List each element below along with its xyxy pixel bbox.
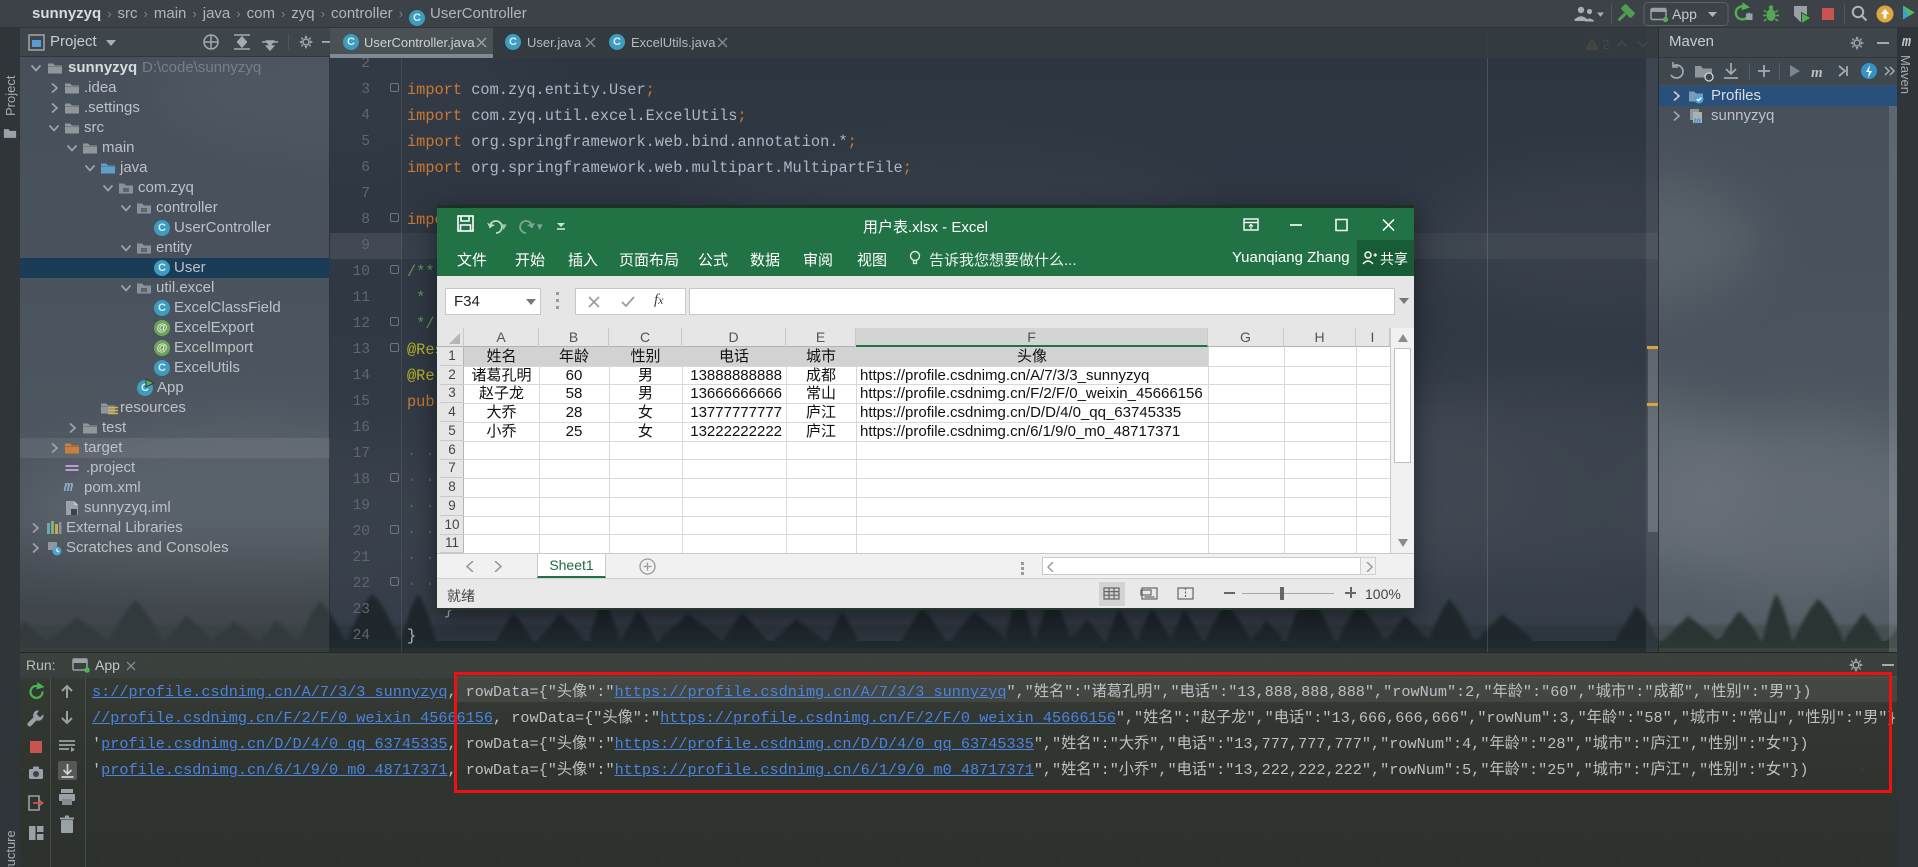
svg-text:m: m xyxy=(1811,65,1823,81)
svg-text:App: App xyxy=(1672,6,1697,22)
svg-text:m: m xyxy=(1694,115,1701,124)
